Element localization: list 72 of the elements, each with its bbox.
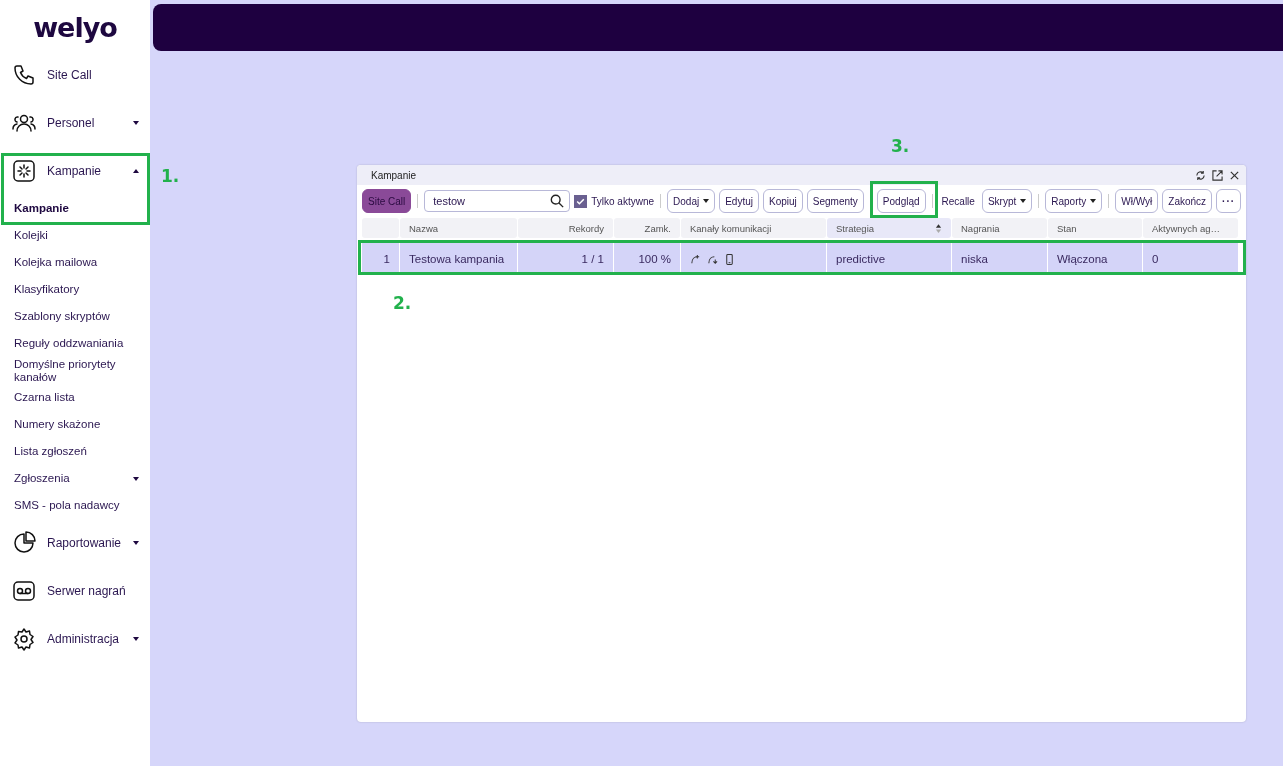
close-icon[interactable] [1229, 169, 1241, 181]
nav-label: Personel [47, 116, 96, 130]
nav-item[interactable]: Administracja [0, 615, 150, 663]
voicemail-icon [12, 579, 36, 603]
sub-menu-item[interactable]: Domyślne priorytety kanałów [0, 357, 150, 384]
toolbar-button[interactable]: Wł/Wył [1115, 189, 1159, 213]
sub-menu-item[interactable]: Reguły oddzwaniania [0, 330, 150, 357]
dropdown-button[interactable]: Raporty [1045, 189, 1103, 213]
sub-menu-item[interactable]: Kolejka mailowa [0, 249, 150, 276]
column-header[interactable]: Stan [1048, 218, 1142, 238]
pop-out-icon[interactable] [1212, 169, 1224, 181]
phone-outgoing-icon [690, 253, 701, 265]
dropdown-button[interactable]: Dodaj [667, 189, 716, 213]
table-cell: niska [952, 243, 1047, 275]
sub-menu-item[interactable]: Szablony skryptów [0, 303, 150, 330]
sub-menu-item[interactable]: Zgłoszenia [0, 465, 150, 492]
sub-menu-item[interactable]: Lista zgłoszeń [0, 438, 150, 465]
sub-menu-item[interactable]: Kolejki [0, 222, 150, 249]
column-header[interactable]: Rekordy [518, 218, 613, 238]
column-header[interactable]: Aktywnych ag… [1143, 218, 1238, 238]
sub-menu-item[interactable]: SMS - pola nadawcy [0, 492, 150, 519]
sparkle-icon [12, 159, 36, 183]
table-cell: predictive [827, 243, 951, 275]
nav-label: Kampanie [47, 164, 103, 178]
table-cell: 0 [1143, 243, 1238, 275]
nav-label: Administracja [47, 632, 121, 646]
refresh-icon[interactable] [1195, 169, 1207, 181]
panel-title: Kampanie [371, 169, 418, 181]
dropdown-button[interactable]: Skrypt [981, 189, 1033, 213]
checkbox[interactable] [574, 194, 588, 208]
nav-item[interactable]: Serwer nagrań [0, 567, 150, 615]
column-header[interactable]: Nagrania [952, 218, 1047, 238]
checkbox-label: Tylko aktywne [591, 195, 655, 207]
toolbar-button[interactable]: Edytuj [719, 189, 759, 213]
column-header[interactable]: Strategia [827, 218, 951, 238]
column-header[interactable]: Kanały komunikacji [681, 218, 826, 238]
toolbar-button[interactable]: Podgląd [876, 189, 926, 213]
more-button[interactable]: ··· [1216, 189, 1242, 213]
annotation-number: 3. [891, 136, 910, 156]
sort-icon [935, 223, 942, 233]
annotation-number: 1. [161, 166, 180, 186]
phone-incoming-icon [707, 253, 718, 265]
table-cell: 1 [362, 243, 399, 275]
toolbar-button[interactable]: Segmenty [806, 189, 864, 213]
pie-chart-icon [12, 531, 36, 555]
toolbar-button[interactable]: Zakończ [1162, 189, 1213, 213]
table-cell: Testowa kampania [400, 243, 517, 275]
annotation-number: 2. [393, 293, 412, 313]
nav-label: Site Call [47, 68, 93, 82]
nav-item[interactable]: Kampanie [0, 147, 150, 195]
sub-menu-item[interactable]: Czarna lista [0, 384, 150, 411]
column-header[interactable]: Zamk. [614, 218, 680, 238]
nav-item[interactable]: Personel [0, 99, 150, 147]
settings-icon [12, 627, 36, 651]
sub-menu-item[interactable]: Numery skażone [0, 411, 150, 438]
phone-icon [12, 63, 36, 87]
highlight-frame [870, 181, 938, 218]
sub-menu-item[interactable]: Kampanie [0, 195, 150, 222]
logo: welyo [32, 12, 118, 43]
table-cell: 1 / 1 [518, 243, 613, 275]
column-header[interactable]: Nazwa [400, 218, 517, 238]
toolbar-button[interactable]: Kopiuj [763, 189, 803, 213]
sub-menu-item[interactable]: Klasyfikatory [0, 276, 150, 303]
search-icon [550, 194, 565, 208]
mobile-phone-icon [724, 253, 735, 265]
nav-label: Raportowanie [47, 536, 123, 550]
nav-item[interactable]: Site Call [0, 51, 150, 99]
search-field[interactable]: testow [424, 190, 571, 212]
nav-item[interactable]: Raportowanie [0, 519, 150, 567]
nav-label: Serwer nagrań [47, 584, 127, 598]
table-cell: Włączona [1048, 243, 1142, 275]
table-cell: 100 % [614, 243, 680, 275]
